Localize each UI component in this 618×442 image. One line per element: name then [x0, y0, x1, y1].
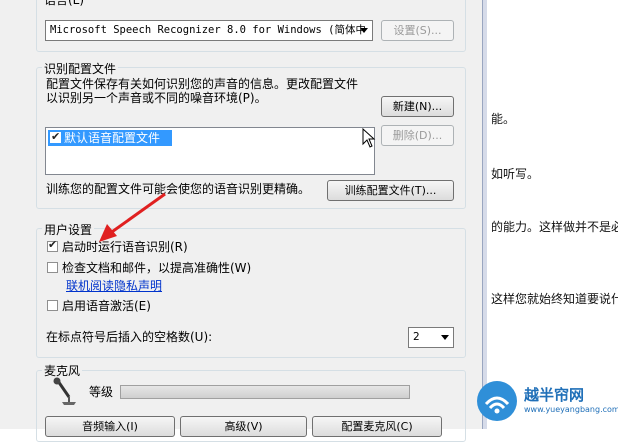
list-item[interactable]: 默认语音配置文件 [48, 129, 172, 146]
settings-button[interactable]: 设置(S)... [381, 20, 454, 41]
new-profile-button[interactable]: 新建(N)... [381, 96, 454, 117]
train-description: 训练您的配置文件可能会使您的语音识别更精确。 [46, 182, 311, 196]
privacy-statement-link[interactable]: 联机阅读隐私声明 [66, 277, 162, 294]
doc-line: 这样您就始终知道要说什 [491, 292, 618, 306]
recognizer-select[interactable]: Microsoft Speech Recognizer 8.0 for Wind… [45, 20, 373, 41]
profile-checkbox[interactable] [50, 129, 61, 145]
microphone-level-meter [120, 385, 410, 399]
microphone-icon [53, 377, 76, 405]
level-label: 等级 [89, 385, 114, 399]
watermark-url: www.yueyangbang.com [524, 405, 618, 414]
speech-properties-dialog: 语言(L) Microsoft Speech Recognizer 8.0 fo… [0, 0, 482, 442]
recognizer-value: Microsoft Speech Recognizer 8.0 for Wind… [50, 24, 366, 36]
annotation-arrow-icon [99, 192, 166, 242]
mouse-cursor-icon [362, 128, 376, 148]
audio-input-button[interactable]: 音频输入(I) [45, 416, 175, 437]
chevron-down-icon [360, 28, 368, 33]
language-group-title: 语言(L) [42, 0, 87, 8]
spaces-select[interactable]: 2 [408, 327, 454, 348]
advanced-button[interactable]: 高级(V) [180, 416, 307, 437]
profiles-description-line2: 以识别另一个声音或不同的噪音环境(P)。 [46, 91, 267, 105]
watermark-logo: 越半帘网 www.yueyangbang.com [468, 372, 618, 429]
chevron-down-icon [441, 335, 449, 340]
train-profile-button[interactable]: 训练配置文件(T)... [327, 180, 454, 201]
review-documents-label: 检查文档和邮件，以提高准确性(W) [62, 261, 252, 275]
doc-line: 的能力。这样做并不是必 [491, 220, 618, 234]
review-documents-checkbox[interactable] [47, 262, 58, 273]
run-at-startup-checkbox[interactable] [47, 238, 58, 252]
voice-activation-checkbox[interactable] [47, 300, 58, 311]
spaces-label: 在标点符号后插入的空格数(U): [46, 330, 213, 344]
doc-line: 如听写。 [491, 167, 540, 181]
watermark-name: 越半帘网 [524, 386, 585, 404]
profile-label: 默认语音配置文件 [64, 131, 161, 145]
watermark-emblem-icon [477, 381, 517, 421]
configure-microphone-button[interactable]: 配置麦克风(C) [312, 416, 442, 437]
background-document: 能。 如听写。 的能力。这样做并不是必 这样您就始终知道要说什 [487, 0, 618, 429]
user-settings-group-title: 用户设置 [42, 221, 95, 238]
doc-line: 能。 [491, 112, 516, 126]
delete-profile-button[interactable]: 删除(D)... [381, 125, 454, 146]
voice-activation-label: 启用语音激活(E) [62, 299, 151, 313]
profiles-list[interactable]: 默认语音配置文件 [45, 127, 375, 175]
spaces-value: 2 [413, 331, 420, 343]
